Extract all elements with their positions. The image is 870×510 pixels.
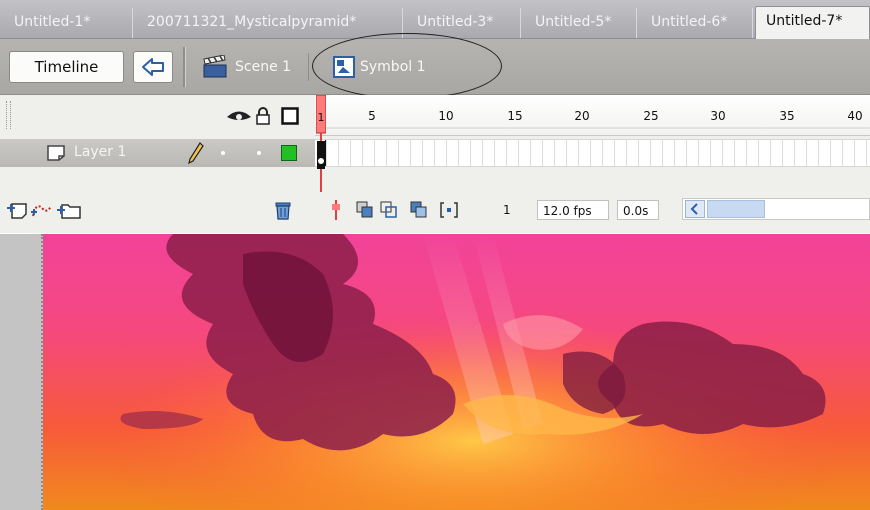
- separator: [308, 53, 309, 81]
- tab-label: Untitled-1*: [14, 14, 91, 30]
- panel-gripper[interactable]: [6, 101, 11, 129]
- elapsed-time-display: 0.0s: [617, 200, 659, 220]
- center-frame-icon[interactable]: [329, 200, 343, 220]
- scroll-thumb[interactable]: [707, 200, 765, 218]
- svg-text:1: 1: [318, 111, 325, 124]
- stage-area[interactable]: [0, 234, 870, 510]
- frame-rate-display[interactable]: 12.0 fps: [537, 200, 609, 220]
- document-tab[interactable]: Untitled-6*: [637, 8, 753, 38]
- layer-name[interactable]: Layer 1: [74, 144, 126, 160]
- breadcrumb-symbol[interactable]: Symbol 1: [360, 53, 426, 81]
- frame-cells[interactable]: [315, 139, 870, 167]
- tab-label: Untitled-6*: [651, 14, 728, 30]
- separator: [183, 47, 186, 87]
- lock-dot[interactable]: [257, 151, 261, 155]
- ruler-tick-label: 5: [368, 109, 376, 123]
- document-tab[interactable]: Untitled-1*: [0, 8, 133, 38]
- timeline-toolbar: 1 12.0 fps 0.0s: [0, 192, 870, 228]
- ruler-tick-label: 35: [779, 109, 795, 123]
- layer-row[interactable]: Layer 1: [0, 139, 315, 167]
- sunset-sky-image: [43, 234, 870, 510]
- timeline-panel: 1 5 10 15 20 25 30 35 40 Layer 1 1: [0, 95, 870, 233]
- add-motion-guide-icon[interactable]: [30, 200, 54, 220]
- scroll-left-button[interactable]: [685, 200, 705, 218]
- layer-outline-color-swatch[interactable]: [281, 145, 297, 161]
- outline-icon[interactable]: [281, 107, 299, 125]
- onion-skin-outlines-icon[interactable]: [380, 201, 398, 219]
- document-tab[interactable]: Untitled-3*: [403, 8, 521, 38]
- modify-onion-markers-icon[interactable]: [440, 201, 458, 219]
- onion-skin-icon[interactable]: [356, 201, 374, 219]
- breadcrumb-scene[interactable]: Scene 1: [235, 53, 291, 81]
- insert-layer-icon[interactable]: [6, 200, 28, 220]
- document-tab-active[interactable]: Untitled-7*: [755, 6, 870, 39]
- ruler-tick-label: 25: [643, 109, 659, 123]
- horizontal-scrollbar[interactable]: [682, 198, 870, 220]
- playhead[interactable]: 1: [316, 95, 326, 195]
- lock-icon[interactable]: [255, 107, 271, 125]
- current-frame-display: 1: [503, 203, 511, 217]
- tab-label: Untitled-3*: [417, 14, 494, 30]
- tab-label: Untitled-7*: [766, 13, 843, 29]
- ruler-tick-label: 15: [507, 109, 523, 123]
- back-arrow-icon: [142, 58, 164, 76]
- timeline-toggle-button[interactable]: Timeline: [9, 51, 124, 83]
- stage-pasteboard: [0, 234, 43, 510]
- back-button[interactable]: [133, 51, 173, 83]
- pencil-icon: [188, 142, 204, 164]
- visibility-dot[interactable]: [221, 151, 225, 155]
- ruler-tick-label: 20: [574, 109, 590, 123]
- tab-label: Untitled-5*: [535, 14, 612, 30]
- ruler-tick-label: 10: [438, 109, 454, 123]
- document-tab-bar: Untitled-1* 200711321_Mysticalpyramid* U…: [0, 0, 870, 39]
- ruler-tick-label: 30: [710, 109, 726, 123]
- insert-layer-folder-icon[interactable]: [56, 200, 82, 220]
- layer-page-icon: [47, 145, 65, 161]
- document-tab[interactable]: 200711321_Mysticalpyramid*: [133, 8, 403, 38]
- eye-icon[interactable]: [226, 109, 252, 125]
- scene-clapper-icon: [203, 55, 227, 78]
- tab-label: 200711321_Mysticalpyramid*: [147, 14, 357, 30]
- edit-multiple-frames-icon[interactable]: [410, 201, 428, 219]
- delete-layer-icon[interactable]: [274, 200, 292, 220]
- movieclip-symbol-icon: [333, 56, 355, 78]
- document-tab[interactable]: Untitled-5*: [521, 8, 637, 38]
- frame-ruler[interactable]: 1 5 10 15 20 25 30 35 40: [315, 95, 870, 136]
- edit-bar: Timeline Scene 1 Symbol 1: [0, 39, 870, 95]
- chevron-left-icon: [690, 203, 698, 215]
- ruler-tick-label: 40: [847, 109, 863, 123]
